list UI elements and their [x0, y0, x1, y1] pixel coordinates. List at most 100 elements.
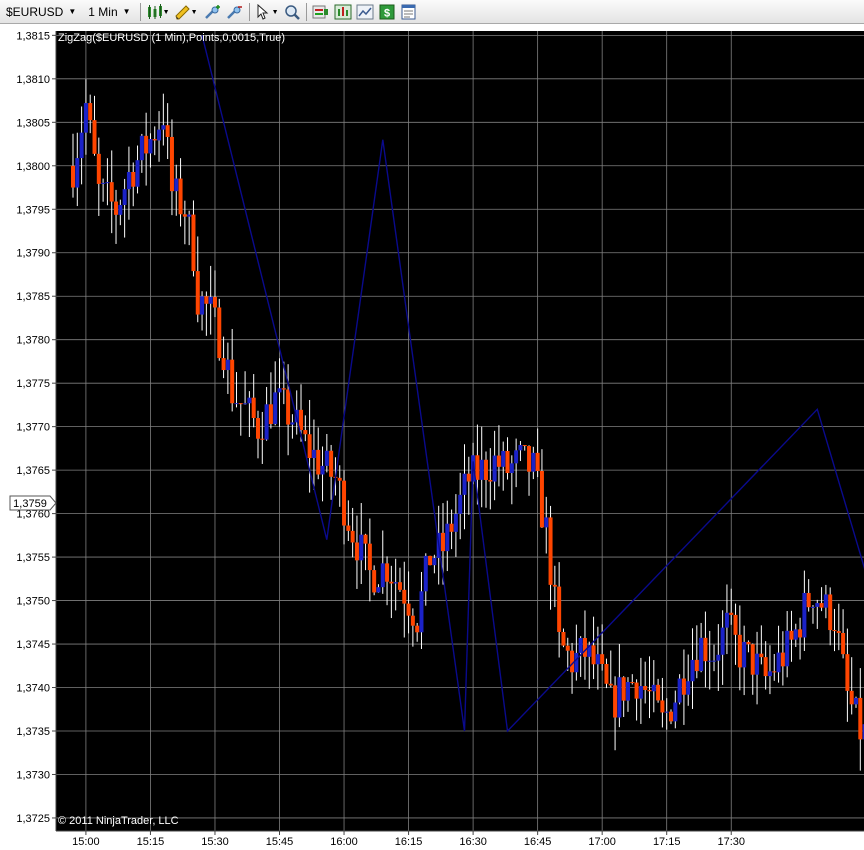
- candle-up: [802, 592, 807, 638]
- x-tick-label: 16:30: [459, 836, 487, 848]
- candle-up: [720, 627, 725, 655]
- y-tick-label: 1,3770: [16, 422, 50, 434]
- price-chart[interactable]: 1,3815 1,3810 1,3805 1,3800 1,3795 1,3790 1,37…: [0, 24, 864, 850]
- instrument-label: $EURUSD: [6, 4, 64, 19]
- candle-down: [729, 612, 734, 615]
- candle-up: [264, 404, 269, 440]
- candle-down: [841, 633, 846, 655]
- y-tick-label: 1,3795: [16, 204, 50, 216]
- candle-down: [750, 644, 755, 675]
- candle-up: [148, 139, 153, 154]
- candle-down: [505, 450, 510, 473]
- candle-down: [337, 477, 342, 481]
- candle-down: [772, 671, 777, 673]
- candle-down: [195, 271, 200, 315]
- instrument-selector[interactable]: $EURUSD ▼: [0, 0, 82, 24]
- chart-trader-button[interactable]: [354, 1, 376, 23]
- x-tick-label: 15:00: [72, 836, 100, 848]
- bar-style-button[interactable]: ▼: [144, 1, 170, 23]
- y-tick-label: 1,3810: [16, 74, 50, 86]
- candle-down: [329, 450, 334, 477]
- candle-down: [260, 438, 265, 440]
- candle-down: [191, 214, 196, 272]
- chevron-down-icon: ▼: [190, 8, 198, 16]
- candle-down: [535, 452, 540, 471]
- candle-up: [79, 132, 84, 159]
- y-tick-label: 1,3735: [16, 726, 50, 738]
- draw-tool-button[interactable]: ▼: [172, 1, 198, 23]
- properties-button[interactable]: [398, 1, 420, 23]
- candle-down: [281, 388, 286, 390]
- chart-panel[interactable]: 1,3815 1,3810 1,3805 1,3800 1,3795 1,3790 1,37…: [0, 24, 864, 850]
- bar-style-icon: [147, 3, 162, 19]
- zoom-in-button[interactable]: [202, 1, 224, 23]
- chart-trader-icon: [356, 4, 374, 19]
- strategies-button[interactable]: [332, 1, 354, 23]
- candle-down: [484, 459, 489, 480]
- trade-button[interactable]: $: [376, 1, 398, 23]
- candle-up: [699, 637, 704, 672]
- x-tick-label: 16:45: [524, 836, 552, 848]
- candle-down: [733, 614, 738, 635]
- data-box-button[interactable]: [281, 1, 303, 23]
- candle-up: [514, 450, 519, 464]
- candle-up: [359, 534, 364, 561]
- properties-icon: [401, 4, 416, 19]
- interval-label: 1 Min: [88, 4, 118, 19]
- interval-selector[interactable]: 1 Min ▼: [82, 0, 136, 24]
- candle-down: [415, 625, 420, 633]
- zoom-out-button[interactable]: [224, 1, 246, 23]
- candle-up: [724, 612, 729, 628]
- candle-down: [350, 530, 355, 543]
- candle-down: [389, 581, 394, 584]
- x-tick-label: 15:30: [201, 836, 229, 848]
- x-tick-label: 15:45: [266, 836, 294, 848]
- candle-up: [574, 652, 579, 673]
- y-tick-label: 1,3780: [16, 335, 50, 347]
- y-tick-label: 1,3745: [16, 639, 50, 651]
- candle-down: [780, 652, 785, 667]
- y-tick-label: 1,3765: [16, 465, 50, 477]
- y-tick-label: 1,3750: [16, 596, 50, 608]
- candle-up: [380, 563, 385, 588]
- candle-up: [423, 555, 428, 592]
- candle-down: [286, 389, 291, 425]
- candle-up: [393, 582, 398, 584]
- candle-up: [810, 606, 815, 608]
- y-tick-label: 1,3785: [16, 291, 50, 303]
- candle-down: [316, 449, 321, 475]
- candle-down: [268, 404, 273, 425]
- candle-up: [432, 557, 437, 566]
- candle-down: [354, 542, 359, 561]
- candle-down: [539, 470, 544, 528]
- candle-up: [531, 452, 536, 472]
- candle-down: [114, 201, 119, 215]
- candle-down: [71, 165, 75, 188]
- candle-up: [75, 158, 80, 188]
- candle-down: [552, 584, 557, 587]
- candle-up: [492, 455, 497, 482]
- chevron-down-icon: ▼: [122, 7, 131, 16]
- candle-up: [101, 182, 106, 184]
- candle-up: [755, 653, 760, 675]
- candle-down: [806, 592, 811, 608]
- candle-down: [109, 182, 114, 202]
- candle-down: [217, 307, 222, 359]
- plot-area[interactable]: [56, 31, 864, 831]
- candle-up: [200, 296, 205, 315]
- indicators-button[interactable]: [310, 1, 332, 23]
- y-tick-label: 1,3805: [16, 117, 50, 129]
- candle-up: [135, 160, 140, 187]
- x-tick-label: 16:15: [395, 836, 423, 848]
- candle-down: [759, 653, 764, 658]
- pointer-button[interactable]: ▼: [253, 1, 279, 23]
- candle-up: [776, 652, 781, 673]
- candle-down: [819, 603, 824, 608]
- candle-down: [548, 517, 553, 585]
- candle-up: [83, 103, 88, 133]
- candle-up: [234, 403, 239, 405]
- candle-down: [92, 120, 97, 154]
- candle-up: [122, 189, 127, 205]
- candle-up: [243, 403, 248, 405]
- candle-down: [608, 683, 613, 686]
